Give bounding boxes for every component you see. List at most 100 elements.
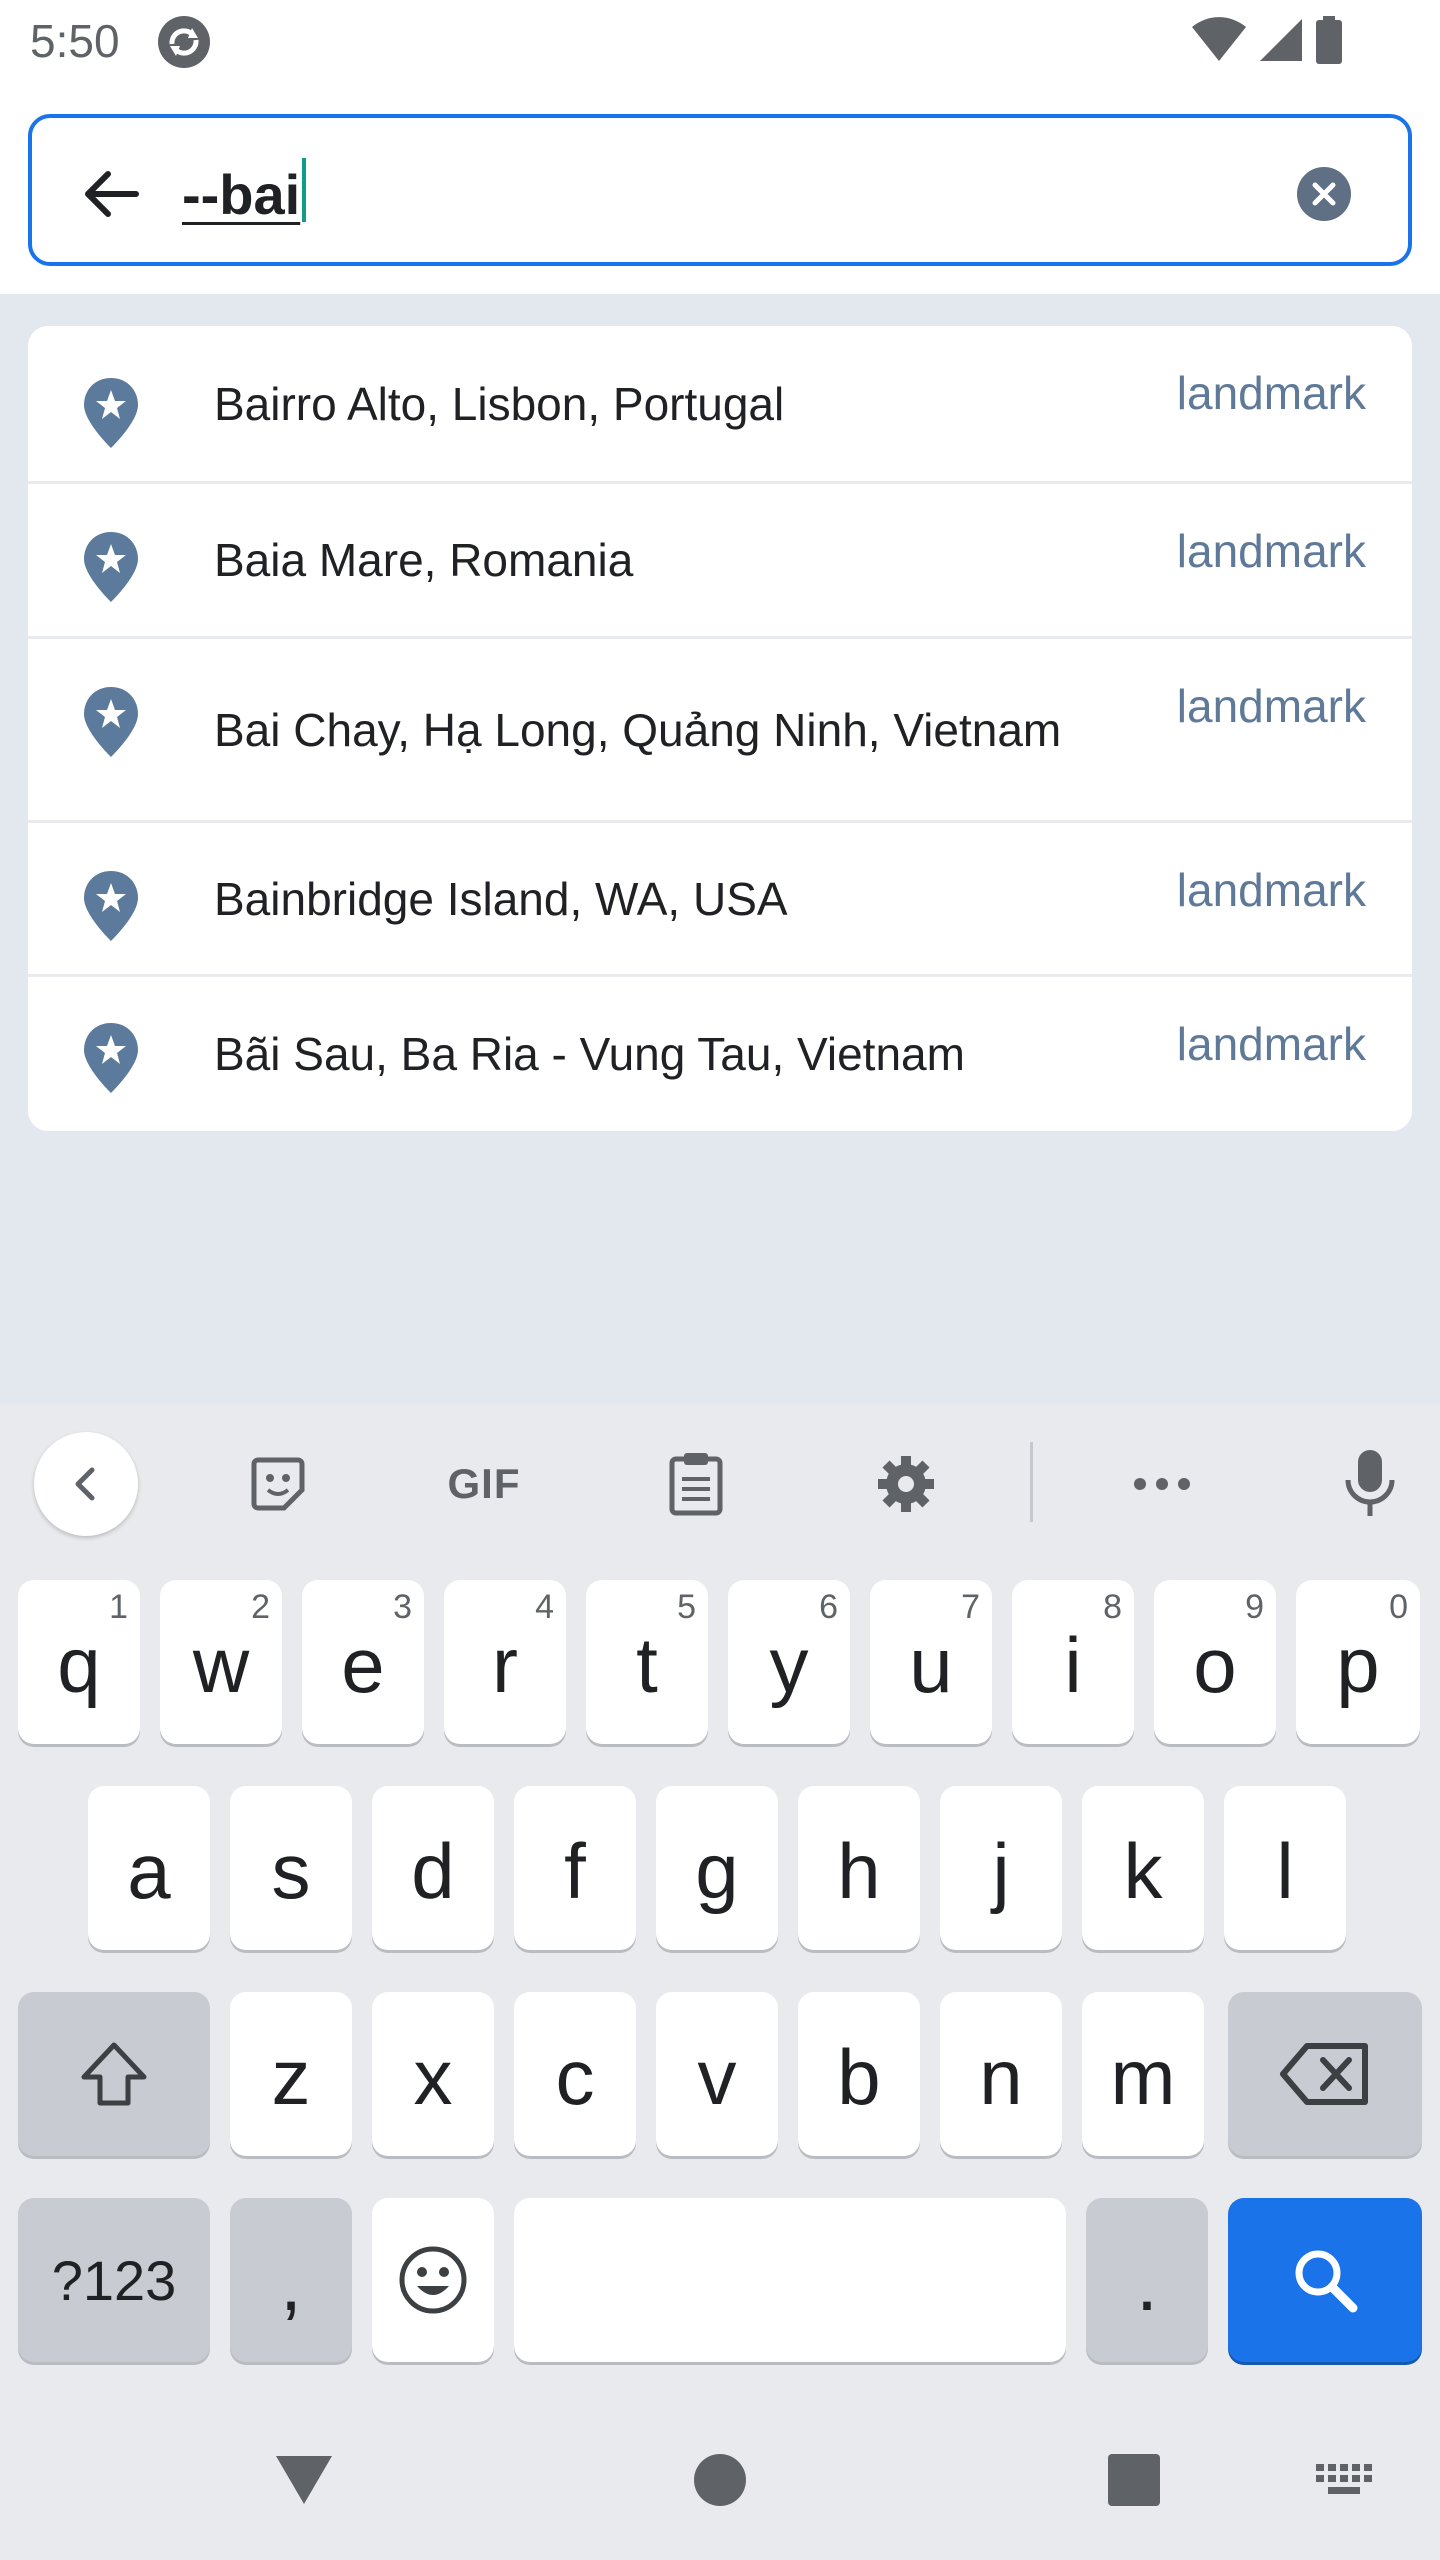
navigation-bar — [0, 2400, 1440, 2560]
keyboard-switch-button[interactable] — [1304, 2440, 1384, 2520]
search-header: --bai — [0, 84, 1440, 294]
clipboard-button[interactable] — [644, 1432, 748, 1536]
key-label: d — [411, 1826, 455, 1915]
circle-home-icon — [694, 2454, 746, 2506]
key-label: k — [1123, 1826, 1163, 1915]
keyboard-toolbar: GIF — [0, 1404, 1440, 1554]
key-o[interactable]: o9 — [1154, 1580, 1276, 1744]
search-input[interactable]: --bai — [182, 158, 307, 227]
key-label: s — [271, 1826, 311, 1915]
cellular-signal-icon — [1260, 19, 1302, 61]
search-action-key[interactable] — [1228, 2198, 1422, 2362]
key-f[interactable]: f — [514, 1786, 636, 1950]
result-item[interactable]: Bainbridge Island, WA, USA landmark — [28, 823, 1412, 977]
key-d[interactable]: d — [372, 1786, 494, 1950]
backspace-key[interactable] — [1228, 1992, 1422, 2156]
gif-button[interactable]: GIF — [432, 1432, 536, 1536]
toolbar-divider — [1030, 1442, 1033, 1522]
key-label: x — [413, 2032, 453, 2121]
star-pin-icon — [84, 378, 138, 448]
result-item[interactable]: Bãi Sau, Ba Ria - Vung Tau, Vietnam land… — [28, 977, 1412, 1131]
star-pin-icon — [84, 532, 138, 602]
key-hint: 6 — [819, 1588, 838, 1626]
key-hint: 1 — [109, 1588, 128, 1626]
backspace-icon — [1280, 2043, 1368, 2105]
key-j[interactable]: j — [940, 1786, 1062, 1950]
key-label: i — [1064, 1620, 1082, 1709]
clear-circle-icon[interactable] — [1296, 166, 1352, 222]
key-label: u — [909, 1620, 953, 1709]
key-g[interactable]: g — [656, 1786, 778, 1950]
key-label: o — [1193, 1620, 1237, 1709]
key-w[interactable]: w2 — [160, 1580, 282, 1744]
key-t[interactable]: t5 — [586, 1580, 708, 1744]
result-type: landmark — [1176, 680, 1366, 732]
key-i[interactable]: i8 — [1012, 1580, 1134, 1744]
key-label: m — [1110, 2032, 1176, 2121]
key-a[interactable]: a — [88, 1786, 210, 1950]
key-label: l — [1276, 1826, 1294, 1915]
key-z[interactable]: z — [230, 1992, 352, 2156]
key-label: q — [57, 1620, 101, 1709]
key-x[interactable]: x — [372, 1992, 494, 2156]
key-hint: 4 — [535, 1588, 554, 1626]
nav-home-button[interactable] — [680, 2440, 760, 2520]
status-icons — [1190, 16, 1344, 64]
key-label: r — [492, 1620, 518, 1709]
key-r[interactable]: r4 — [444, 1580, 566, 1744]
key-l[interactable]: l — [1224, 1786, 1346, 1950]
nav-back-button[interactable] — [264, 2440, 344, 2520]
key-u[interactable]: u7 — [870, 1580, 992, 1744]
status-bar: 5:50 — [0, 0, 1440, 84]
result-type: landmark — [1176, 1018, 1366, 1070]
key-p[interactable]: p0 — [1296, 1580, 1420, 1744]
more-options-button[interactable] — [1110, 1432, 1214, 1536]
key-s[interactable]: s — [230, 1786, 352, 1950]
result-type: landmark — [1176, 525, 1366, 577]
settings-button[interactable] — [854, 1432, 958, 1536]
arrow-left-icon[interactable] — [72, 154, 152, 234]
results-area: Bairro Alto, Lisbon, Portugal landmark B… — [0, 294, 1440, 1404]
key-k[interactable]: k — [1082, 1786, 1204, 1950]
results-list: Bairro Alto, Lisbon, Portugal landmark B… — [28, 326, 1412, 1131]
key-v[interactable]: v — [656, 1992, 778, 2156]
result-item[interactable]: Baia Mare, Romania landmark — [28, 484, 1412, 639]
search-box[interactable]: --bai — [28, 114, 1412, 266]
search-query: --bai — [182, 163, 301, 226]
space-key[interactable] — [514, 2198, 1066, 2362]
gif-label: GIF — [447, 1460, 521, 1507]
key-label: f — [564, 1826, 586, 1915]
result-item[interactable]: Bairro Alto, Lisbon, Portugal landmark — [28, 326, 1412, 484]
emoji-key[interactable] — [372, 2198, 494, 2362]
star-pin-icon — [84, 687, 138, 757]
key-e[interactable]: e3 — [302, 1580, 424, 1744]
key-c[interactable]: c — [514, 1992, 636, 2156]
battery-icon — [1316, 16, 1342, 64]
key-label: v — [697, 2032, 737, 2121]
square-recents-icon — [1108, 2454, 1160, 2506]
key-label: . — [1136, 2238, 1158, 2327]
key-label: z — [271, 2032, 311, 2121]
key-q[interactable]: q1 — [18, 1580, 140, 1744]
key-y[interactable]: y6 — [728, 1580, 850, 1744]
result-name: Baia Mare, Romania — [214, 534, 634, 586]
key-label: y — [769, 1620, 809, 1709]
result-name: Bainbridge Island, WA, USA — [214, 872, 788, 925]
key-m[interactable]: m — [1082, 1992, 1204, 2156]
voice-input-button[interactable] — [1318, 1432, 1422, 1536]
key-b[interactable]: b — [798, 1992, 920, 2156]
sticker-button[interactable] — [226, 1432, 330, 1536]
nav-recents-button[interactable] — [1094, 2440, 1174, 2520]
period-key[interactable]: . — [1086, 2198, 1208, 2362]
key-hint: 3 — [393, 1588, 412, 1626]
keyboard-icon — [1316, 2464, 1372, 2494]
comma-key[interactable]: , — [230, 2198, 352, 2362]
result-type: landmark — [1176, 367, 1366, 419]
result-name: Bairro Alto, Lisbon, Portugal — [214, 377, 785, 430]
keyboard-collapse-button[interactable] — [34, 1432, 138, 1536]
key-n[interactable]: n — [940, 1992, 1062, 2156]
key-h[interactable]: h — [798, 1786, 920, 1950]
result-item[interactable]: Bai Chay, Hạ Long, Quảng Ninh, Vietnam l… — [28, 639, 1412, 823]
symbols-key[interactable]: ?123 — [18, 2198, 210, 2362]
shift-key[interactable] — [18, 1992, 210, 2156]
